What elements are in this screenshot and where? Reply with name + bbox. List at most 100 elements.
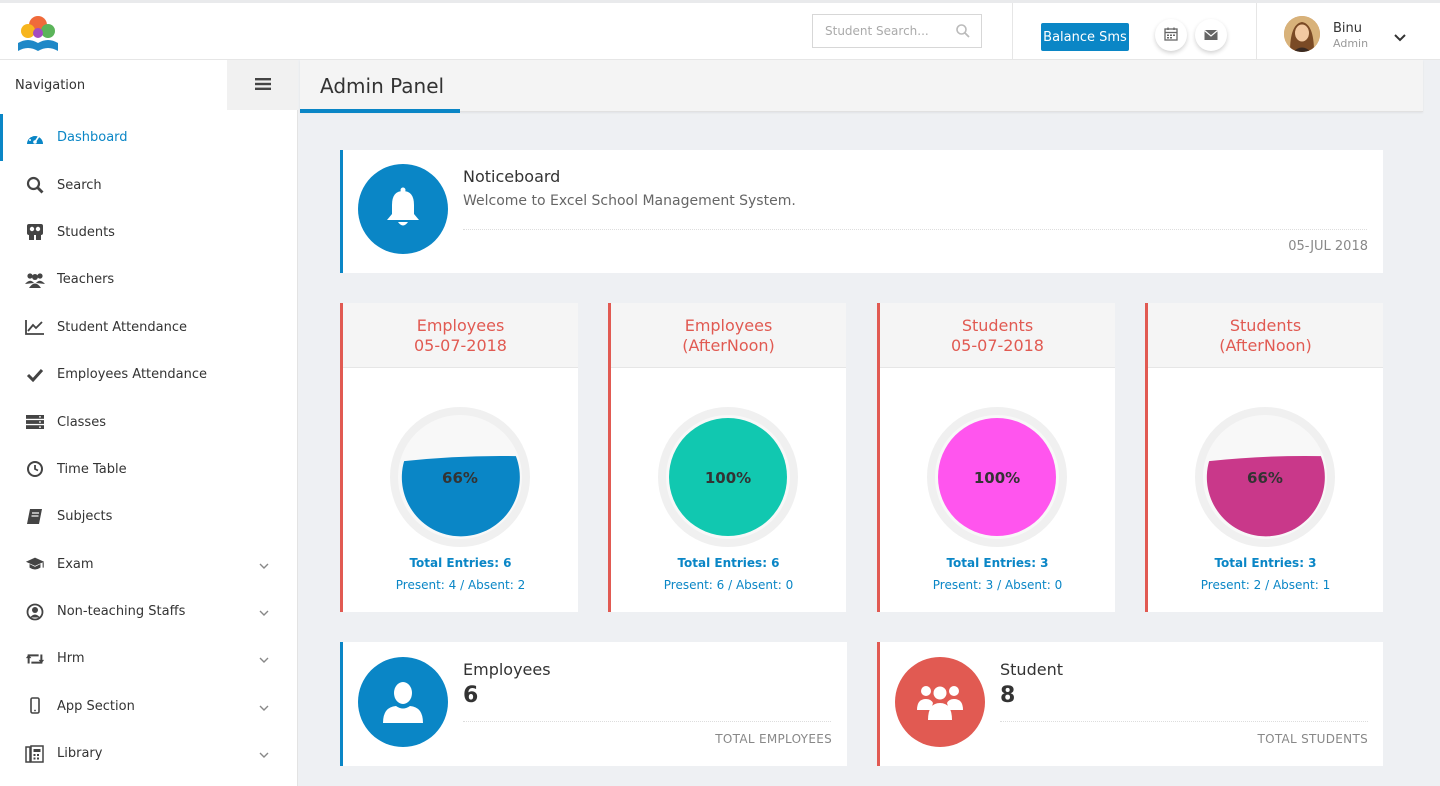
chevron-down-icon[interactable] <box>258 560 270 570</box>
avatar[interactable] <box>1284 16 1320 52</box>
summary-divider <box>1000 721 1368 722</box>
sidebar-item-non-teaching-staffs[interactable]: Non-teaching Staffs <box>0 588 298 635</box>
header-divider <box>1012 3 1013 60</box>
student-search-input[interactable] <box>813 15 943 47</box>
retweet-icon <box>25 649 45 669</box>
mobile-icon <box>25 696 45 716</box>
employees-summary-title: Employees <box>463 660 551 679</box>
stat-card-subtitle: (AfterNoon) <box>682 336 775 355</box>
sidebar: Navigation Dashboard Search Students Tea… <box>0 60 298 786</box>
sidebar-item-label: Student Attendance <box>57 319 188 335</box>
sidebar-item-search[interactable]: Search <box>0 161 298 208</box>
chevron-down-icon[interactable] <box>258 607 270 617</box>
nav-list: Dashboard Search Students Teachers Stude… <box>0 114 298 777</box>
book-icon <box>25 507 45 527</box>
noticeboard-date: 05-JUL 2018 <box>1288 239 1368 254</box>
teachers-icon <box>25 270 45 290</box>
page-title-underline <box>300 109 460 113</box>
user-circle-icon <box>25 602 45 622</box>
envelope-icon <box>1204 26 1218 45</box>
stat-card-students-morning: Students 05-07-2018 100% Total Entries: … <box>877 303 1115 612</box>
present-absent: Present: 2 / Absent: 1 <box>1200 578 1331 592</box>
present-absent: Present: 4 / Absent: 2 <box>395 578 526 592</box>
user-name[interactable]: Binu <box>1333 21 1362 36</box>
dashboard-icon <box>25 128 45 148</box>
search-icon[interactable] <box>955 23 971 39</box>
noticeboard-title: Noticeboard <box>463 167 561 186</box>
bell-icon <box>358 164 448 254</box>
sidebar-item-exam[interactable]: Exam <box>0 541 298 588</box>
search-icon <box>25 175 45 195</box>
hamburger-icon <box>254 76 271 95</box>
chevron-down-icon[interactable] <box>258 749 270 759</box>
balance-sms-button[interactable]: Balance Sms <box>1041 23 1129 51</box>
chevron-down-icon[interactable] <box>1393 28 1407 42</box>
sidebar-item-teachers[interactable]: Teachers <box>0 256 298 303</box>
stat-card-title: Students <box>1229 316 1302 335</box>
sidebar-item-label: Subjects <box>57 509 113 525</box>
chevron-down-icon[interactable] <box>258 654 270 664</box>
students-summary-title: Student <box>1000 660 1063 679</box>
sidebar-item-dashboard[interactable]: Dashboard <box>0 114 298 162</box>
user-role: Admin <box>1333 37 1369 50</box>
menu-toggle-button[interactable] <box>227 60 298 110</box>
sidebar-item-label: Dashboard <box>57 130 128 146</box>
stat-card-employees-afternoon: Employees (AfterNoon) 100% Total Entries… <box>608 303 846 612</box>
noticeboard-divider <box>463 229 1367 230</box>
sidebar-item-label: Employees Attendance <box>57 367 207 383</box>
students-icon <box>25 222 45 242</box>
attendance-gauge: 100% <box>927 407 1067 547</box>
sidebar-item-hrm[interactable]: Hrm <box>0 635 298 682</box>
total-entries: Total Entries: 3 <box>946 556 1049 570</box>
sidebar-item-label: Exam <box>57 556 94 572</box>
top-bar: Balance Sms Binu Admin <box>0 0 1440 60</box>
sidebar-item-label: Classes <box>57 414 106 430</box>
gauge-percent-label: 100% <box>705 469 751 487</box>
students-summary-label: TOTAL STUDENTS <box>1257 732 1368 746</box>
calendar-button[interactable] <box>1155 19 1187 51</box>
sidebar-item-classes[interactable]: Classes <box>0 398 298 445</box>
present-absent: Present: 3 / Absent: 0 <box>932 578 1063 592</box>
messages-button[interactable] <box>1195 19 1227 51</box>
navigation-title: Navigation <box>15 78 86 93</box>
stat-card-header: Employees 05-07-2018 <box>343 303 578 368</box>
sidebar-item-app-section[interactable]: App Section <box>0 683 298 730</box>
stat-card-subtitle: 05-07-2018 <box>414 336 507 355</box>
school-logo-icon[interactable] <box>14 13 62 55</box>
sidebar-item-label: Time Table <box>57 461 127 477</box>
sidebar-item-label: App Section <box>57 698 135 714</box>
sidebar-item-students[interactable]: Students <box>0 209 298 256</box>
sidebar-item-time-table[interactable]: Time Table <box>0 446 298 493</box>
check-icon <box>25 365 45 385</box>
chevron-down-icon[interactable] <box>258 702 270 712</box>
stat-card-subtitle: 05-07-2018 <box>951 336 1044 355</box>
total-entries: Total Entries: 3 <box>1214 556 1317 570</box>
sidebar-item-subjects[interactable]: Subjects <box>0 493 298 540</box>
sidebar-item-library[interactable]: Library <box>0 730 298 777</box>
sidebar-item-label: Non-teaching Staffs <box>57 604 186 620</box>
student-search[interactable] <box>812 14 982 48</box>
gauge-percent-label: 66% <box>442 469 478 487</box>
panel-header: Admin Panel <box>300 60 1423 113</box>
sidebar-item-employees-attendance[interactable]: Employees Attendance <box>0 351 298 398</box>
total-entries: Total Entries: 6 <box>677 556 780 570</box>
stat-card-header: Employees (AfterNoon) <box>611 303 846 368</box>
stat-card-students-afternoon: Students (AfterNoon) 66% Total Entries: … <box>1145 303 1383 612</box>
attendance-gauge: 66% <box>1195 407 1335 547</box>
employees-summary-card: Employees 6 TOTAL EMPLOYEES <box>340 642 847 766</box>
students-summary-card: Student 8 TOTAL STUDENTS <box>877 642 1383 766</box>
students-count: 8 <box>1000 683 1016 708</box>
user-icon <box>358 657 448 747</box>
employees-count: 6 <box>463 683 479 708</box>
stat-card-employees-morning: Employees 05-07-2018 66% Total Entries: … <box>340 303 578 612</box>
sidebar-item-student-attendance[interactable]: Student Attendance <box>0 304 298 351</box>
attendance-gauge: 66% <box>390 407 530 547</box>
calendar-icon <box>1164 26 1178 45</box>
users-icon <box>895 657 985 747</box>
stat-card-title: Employees <box>684 316 773 335</box>
sidebar-item-label: Teachers <box>57 272 115 288</box>
gauge-percent-label: 100% <box>974 469 1020 487</box>
stat-card-title: Employees <box>416 316 505 335</box>
stat-card-header: Students 05-07-2018 <box>880 303 1115 368</box>
present-absent: Present: 6 / Absent: 0 <box>663 578 794 592</box>
